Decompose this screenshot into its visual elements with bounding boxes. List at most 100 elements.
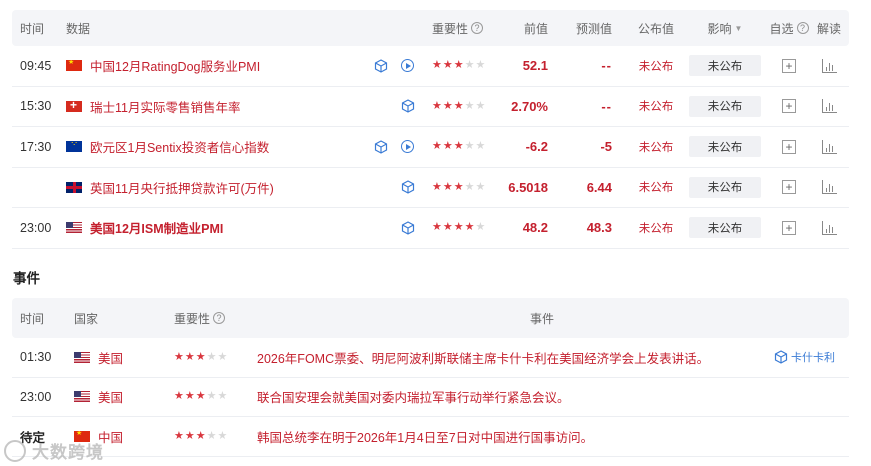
header-previous: 前值 xyxy=(523,21,548,36)
country-name: 美国 xyxy=(98,351,124,366)
event-time: 01:30 xyxy=(20,338,64,377)
forecast-value: -- xyxy=(568,46,612,86)
star-filled-icon: ★ xyxy=(442,99,453,112)
indicator-name[interactable]: 中国12月RatingDog服务业PMI xyxy=(90,56,260,75)
cube-icon-box[interactable] xyxy=(401,168,415,208)
event-description[interactable]: 联合国安理会就美国对委内瑞拉军事行动举行紧急会议。 xyxy=(257,378,757,417)
star-filled-icon: ★ xyxy=(453,140,464,153)
chart-bars-icon[interactable] xyxy=(821,99,837,114)
cube-icon[interactable] xyxy=(401,180,415,194)
forecast-value: 48.3 xyxy=(568,208,612,248)
header-self-select-label: 自选 xyxy=(769,21,794,36)
cube-icon[interactable] xyxy=(401,221,415,235)
cube-icon[interactable] xyxy=(401,99,415,113)
person-name[interactable]: 卡什卡利 xyxy=(791,349,835,365)
data-table-header: 时间 数据 重要性? 前值 预测值 公布值 影响 ▼ 自选? 解读 xyxy=(12,10,849,46)
play-icon-box[interactable] xyxy=(401,46,414,86)
event-person[interactable]: 卡什卡利 xyxy=(774,338,849,377)
star-empty-icon: ★ xyxy=(206,350,217,363)
event-row: 01:30 美国 ★ ★ ★ ★ ★ 2026年FOMC票委、明尼阿波利斯联储主席卡什卡利在美… xyxy=(12,338,849,378)
add-watchlist-button[interactable]: + xyxy=(782,220,796,235)
event-description[interactable]: 2026年FOMC票委、明尼阿波利斯联储主席卡什卡利在美国经济学会上发表讲话。 xyxy=(257,338,757,377)
cube-icon[interactable] xyxy=(374,59,388,73)
row-time: 09:45 xyxy=(20,46,64,86)
effect-cell: 未公布 xyxy=(689,168,761,208)
play-icon-box[interactable] xyxy=(401,127,414,167)
row-time: 15:30 xyxy=(20,87,64,127)
star-empty-icon: ★ xyxy=(464,180,475,193)
effect-badge: 未公布 xyxy=(689,136,761,158)
add-watchlist-button[interactable]: + xyxy=(782,180,796,195)
previous-value-text: -6.2 xyxy=(525,139,548,155)
cube-icon xyxy=(774,350,788,364)
cube-icon-box[interactable] xyxy=(401,87,415,127)
indicator-cell[interactable]: 中国12月RatingDog服务业PMI xyxy=(66,46,426,86)
star-filled-icon: ★ xyxy=(453,59,464,72)
indicator-name[interactable]: 美国12月ISM制造业PMI xyxy=(90,218,223,237)
event-text[interactable]: 联合国安理会就美国对委内瑞拉军事行动举行紧急会议。 xyxy=(257,387,570,406)
add-watchlist-button[interactable]: + xyxy=(782,99,796,114)
ev-header-importance: 重要性? xyxy=(174,298,254,338)
cube-icon-box[interactable] xyxy=(401,208,415,248)
indicator-cell[interactable]: 美国12月ISM制造业PMI xyxy=(66,208,426,248)
star-filled-icon: ★ xyxy=(442,180,453,193)
cube-icon-box[interactable] xyxy=(374,127,388,167)
forecast-value-text: -- xyxy=(601,58,612,74)
star-filled-icon: ★ xyxy=(174,350,184,363)
ev-header-time: 时间 xyxy=(20,311,45,326)
effect-badge: 未公布 xyxy=(689,95,761,117)
play-icon[interactable] xyxy=(401,59,414,73)
indicator-name[interactable]: 瑞士11月实际零售销售年率 xyxy=(90,97,240,116)
previous-value: 52.1 xyxy=(502,46,548,86)
self-select-cell: + xyxy=(769,168,809,208)
events-table-body: 01:30 美国 ★ ★ ★ ★ ★ 2026年FOMC票委、明尼阿波利斯联储主席卡什卡利在美… xyxy=(12,338,849,457)
header-data: 数据 xyxy=(66,21,91,36)
help-icon[interactable]: ? xyxy=(796,22,809,34)
indicator-name[interactable]: 欧元区1月Sentix投资者信心指数 xyxy=(90,137,269,156)
caret-down-icon: ▼ xyxy=(734,23,743,33)
add-watchlist-button[interactable]: + xyxy=(782,139,796,154)
indicator-cell[interactable]: 英国11月央行抵押贷款许可(万件) xyxy=(66,168,426,208)
event-description[interactable]: 韩国总统李在明于2026年1月4日至7日对中国进行国事访问。 xyxy=(257,417,757,456)
star-filled-icon: ★ xyxy=(432,99,442,112)
event-text[interactable]: 韩国总统李在明于2026年1月4日至7日对中国进行国事访问。 xyxy=(257,427,593,446)
chart-bars-icon[interactable] xyxy=(821,139,837,154)
indicator-name[interactable]: 英国11月央行抵押贷款许可(万件) xyxy=(90,178,274,197)
actual-value-text: 未公布 xyxy=(638,141,674,154)
interpret-cell xyxy=(812,127,846,167)
actual-value-text: 未公布 xyxy=(638,222,674,235)
watermark: 大数跨境 xyxy=(4,438,104,463)
event-importance: ★ ★ ★ ★ ★ xyxy=(174,338,254,377)
self-select-cell: + xyxy=(769,87,809,127)
star-filled-icon: ★ xyxy=(184,350,195,363)
star-filled-icon: ★ xyxy=(195,390,206,403)
importance-stars: ★ ★ ★ ★ ★ xyxy=(432,222,485,233)
event-text[interactable]: 2026年FOMC票委、明尼阿波利斯联储主席卡什卡利在美国经济学会上发表讲话。 xyxy=(257,348,709,367)
economic-data-table: 时间 数据 重要性? 前值 预测值 公布值 影响▼ 自选? 解读 09:45 中国… xyxy=(12,10,849,249)
indicator-cell[interactable]: 瑞士11月实际零售销售年率 xyxy=(66,87,426,127)
header-effect[interactable]: 影响 ▼ xyxy=(689,10,761,46)
play-icon[interactable] xyxy=(401,140,414,154)
chart-bars-icon[interactable] xyxy=(821,58,837,73)
help-icon[interactable]: ? xyxy=(213,312,226,324)
header-effect-label: 影响 xyxy=(707,21,732,36)
chart-bars-icon[interactable] xyxy=(821,180,837,195)
data-row: 英国11月央行抵押贷款许可(万件) ★ ★ ★ ★ ★ 6.5018 6.44 未公布 未公布 + xyxy=(12,168,849,208)
previous-value: -6.2 xyxy=(502,127,548,167)
indicator-cell[interactable]: 欧元区1月Sentix投资者信心指数 xyxy=(66,127,426,167)
cube-icon-box[interactable] xyxy=(374,46,388,86)
effect-cell: 未公布 xyxy=(689,87,761,127)
star-empty-icon: ★ xyxy=(475,180,486,193)
help-icon[interactable]: ? xyxy=(471,22,484,34)
actual-value-text: 未公布 xyxy=(638,101,674,114)
star-empty-icon: ★ xyxy=(217,390,228,403)
add-watchlist-button[interactable]: + xyxy=(782,58,796,73)
person-link[interactable]: 卡什卡利 xyxy=(774,349,835,365)
star-filled-icon: ★ xyxy=(195,350,206,363)
effect-cell: 未公布 xyxy=(689,208,761,248)
effect-badge: 未公布 xyxy=(689,217,761,239)
chart-bars-icon[interactable] xyxy=(821,220,837,235)
cube-icon[interactable] xyxy=(374,140,388,154)
importance-stars: ★ ★ ★ ★ ★ xyxy=(432,180,486,193)
previous-value-text: 52.1 xyxy=(522,58,548,74)
